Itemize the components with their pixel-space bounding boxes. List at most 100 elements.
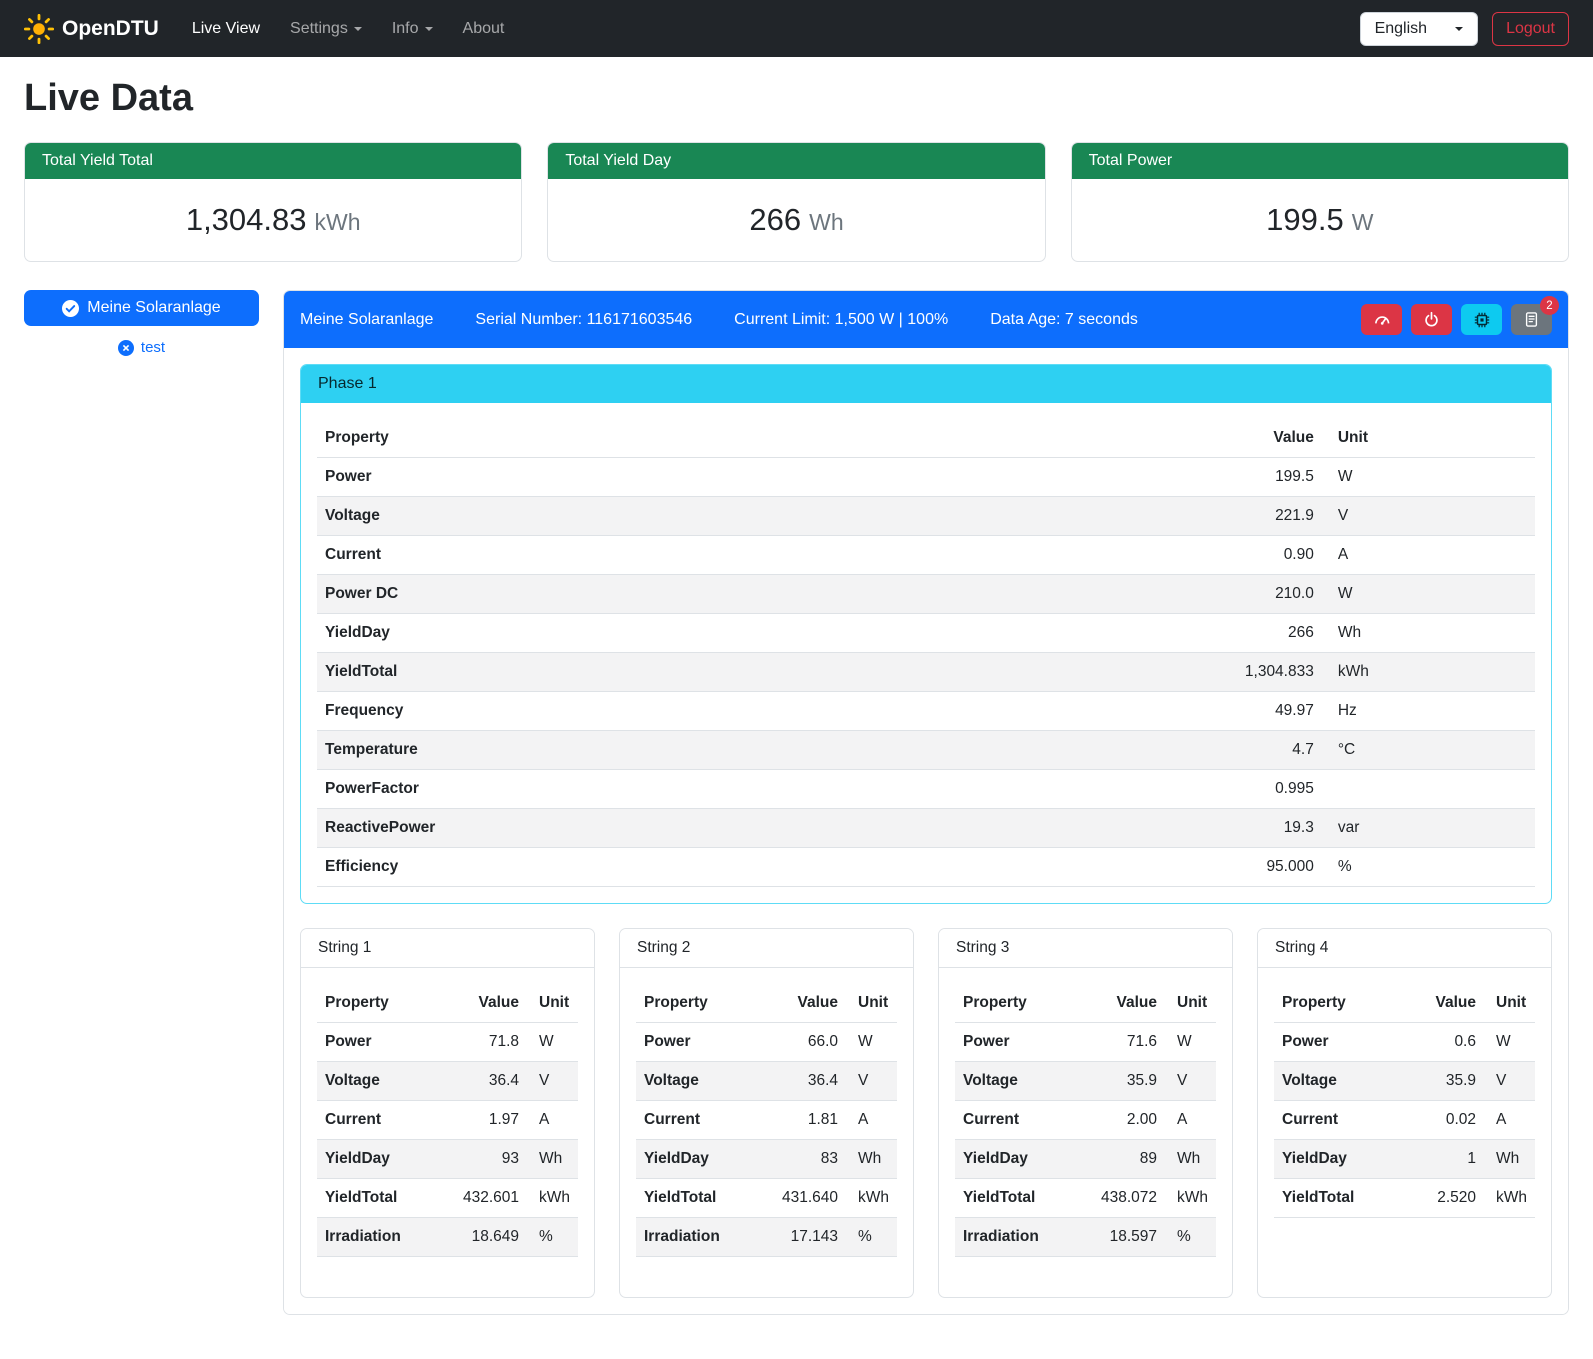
property-cell: YieldTotal bbox=[317, 653, 1139, 692]
table-row: Voltage 35.9 V bbox=[955, 1062, 1216, 1101]
value-cell: 49.97 bbox=[1139, 692, 1322, 731]
unit-cell bbox=[1322, 770, 1535, 809]
total-yield-day-card: Total Yield Day 266Wh bbox=[547, 142, 1045, 262]
language-select[interactable]: English bbox=[1360, 12, 1478, 46]
unit-cell: °C bbox=[1322, 731, 1535, 770]
phase-1-title: Phase 1 bbox=[301, 365, 1551, 403]
total-power-value: 199.5 bbox=[1266, 202, 1344, 237]
card-title: Total Yield Total bbox=[25, 143, 521, 179]
gauge-icon bbox=[1373, 311, 1391, 329]
table-row: Current 0.90 A bbox=[317, 536, 1535, 575]
string-3-body: Property Value Unit Power 7 bbox=[939, 968, 1232, 1297]
table-row: Irradiation 18.597 % bbox=[955, 1218, 1216, 1257]
nav-item-settings[interactable]: Settings bbox=[275, 12, 377, 46]
column-header-property: Property bbox=[317, 419, 1139, 458]
value-cell: 432.601 bbox=[455, 1179, 527, 1218]
table-row: Voltage 36.4 V bbox=[317, 1062, 578, 1101]
phase-1-table: Property Value Unit Power 199.5 bbox=[317, 419, 1535, 887]
inverter-select-label: Meine Solaranlage bbox=[87, 299, 220, 317]
property-cell: Voltage bbox=[636, 1062, 774, 1101]
property-cell: Power bbox=[1274, 1023, 1422, 1062]
power-icon bbox=[1423, 311, 1440, 328]
property-cell: Frequency bbox=[317, 692, 1139, 731]
unit-cell: kWh bbox=[527, 1179, 578, 1218]
unit-cell: % bbox=[1322, 848, 1535, 887]
unit-cell: A bbox=[1322, 536, 1535, 575]
unit-cell: % bbox=[1165, 1218, 1216, 1257]
power-button[interactable] bbox=[1411, 304, 1452, 335]
table-row: YieldDay 1 Wh bbox=[1274, 1140, 1535, 1179]
property-cell: YieldTotal bbox=[955, 1179, 1093, 1218]
value-cell: 95.000 bbox=[1139, 848, 1322, 887]
unit-cell: A bbox=[1484, 1101, 1535, 1140]
unit-cell: W bbox=[1322, 575, 1535, 614]
unit-cell: var bbox=[1322, 809, 1535, 848]
table-row: Power 66.0 W bbox=[636, 1023, 897, 1062]
nav-item-info[interactable]: Info bbox=[377, 12, 448, 46]
sun-logo-icon bbox=[24, 14, 54, 44]
value-cell: 89 bbox=[1093, 1140, 1165, 1179]
total-yield-day-unit: Wh bbox=[809, 209, 844, 235]
nav-item-live-view[interactable]: Live View bbox=[177, 12, 275, 46]
value-cell: 266 bbox=[1139, 614, 1322, 653]
event-log-button[interactable]: 2 bbox=[1511, 304, 1552, 335]
property-cell: Irradiation bbox=[955, 1218, 1093, 1257]
event-count-badge: 2 bbox=[1540, 296, 1559, 315]
unit-cell: A bbox=[1165, 1101, 1216, 1140]
value-cell: 0.995 bbox=[1139, 770, 1322, 809]
column-header-value: Value bbox=[1139, 419, 1322, 458]
column-header-property: Property bbox=[636, 984, 774, 1023]
table-row: YieldDay 83 Wh bbox=[636, 1140, 897, 1179]
value-cell: 36.4 bbox=[455, 1062, 527, 1101]
sidebar-item-test[interactable]: test bbox=[24, 339, 259, 356]
property-cell: Current bbox=[955, 1101, 1093, 1140]
string-1-card: String 1 Property Value Unit bbox=[300, 928, 595, 1298]
unit-cell: W bbox=[1322, 458, 1535, 497]
inverter-panel-body: Phase 1 Property Value Unit bbox=[284, 348, 1568, 1314]
table-header-row: Property Value Unit bbox=[636, 984, 897, 1023]
value-cell: 17.143 bbox=[774, 1218, 846, 1257]
column-header-value: Value bbox=[1093, 984, 1165, 1023]
value-cell: 35.9 bbox=[1422, 1062, 1484, 1101]
inverter-name: Meine Solaranlage bbox=[300, 311, 433, 329]
value-cell: 1.97 bbox=[455, 1101, 527, 1140]
limit-settings-button[interactable] bbox=[1361, 304, 1402, 335]
value-cell: 0.90 bbox=[1139, 536, 1322, 575]
table-row: Power 71.6 W bbox=[955, 1023, 1216, 1062]
unit-cell: kWh bbox=[846, 1179, 897, 1218]
value-cell: 431.640 bbox=[774, 1179, 846, 1218]
logout-button[interactable]: Logout bbox=[1492, 12, 1569, 46]
card-body: 199.5W bbox=[1072, 179, 1568, 261]
value-cell: 1.81 bbox=[774, 1101, 846, 1140]
unit-cell: A bbox=[527, 1101, 578, 1140]
device-info-button[interactable] bbox=[1461, 304, 1502, 335]
string-4-table: Property Value Unit Power 0 bbox=[1274, 984, 1535, 1218]
unit-cell: Wh bbox=[527, 1140, 578, 1179]
inverter-data-age: Data Age: 7 seconds bbox=[990, 311, 1138, 329]
property-cell: Power bbox=[317, 458, 1139, 497]
string-4-title: String 4 bbox=[1258, 929, 1551, 968]
table-row: PowerFactor 0.995 bbox=[317, 770, 1535, 809]
column-header-property: Property bbox=[317, 984, 455, 1023]
property-cell: Current bbox=[1274, 1101, 1422, 1140]
property-cell: Voltage bbox=[317, 497, 1139, 536]
property-cell: Irradiation bbox=[636, 1218, 774, 1257]
nav-item-about[interactable]: About bbox=[448, 12, 520, 46]
column-header-unit: Unit bbox=[846, 984, 897, 1023]
table-row: Frequency 49.97 Hz bbox=[317, 692, 1535, 731]
value-cell: 2.00 bbox=[1093, 1101, 1165, 1140]
unit-cell: W bbox=[846, 1023, 897, 1062]
value-cell: 2.520 bbox=[1422, 1179, 1484, 1218]
property-cell: Temperature bbox=[317, 731, 1139, 770]
value-cell: 0.6 bbox=[1422, 1023, 1484, 1062]
table-row: Voltage 35.9 V bbox=[1274, 1062, 1535, 1101]
property-cell: Voltage bbox=[955, 1062, 1093, 1101]
string-2-title: String 2 bbox=[620, 929, 913, 968]
property-cell: YieldDay bbox=[317, 1140, 455, 1179]
inverter-sidebar: Meine Solaranlage test bbox=[24, 290, 259, 356]
x-circle-icon bbox=[118, 340, 134, 356]
brand[interactable]: OpenDTU bbox=[24, 14, 159, 44]
total-yield-total-card: Total Yield Total 1,304.83kWh bbox=[24, 142, 522, 262]
inverter-select-button[interactable]: Meine Solaranlage bbox=[24, 290, 259, 326]
unit-cell: V bbox=[1165, 1062, 1216, 1101]
